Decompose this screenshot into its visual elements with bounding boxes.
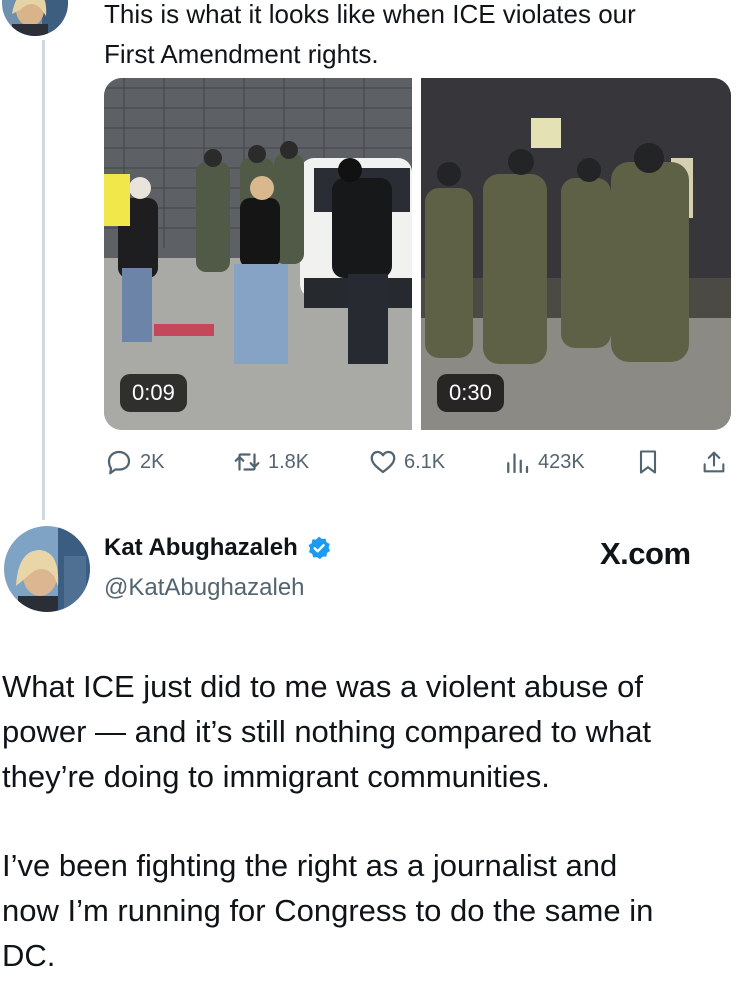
display-name-row[interactable]: Kat Abughazaleh (104, 534, 332, 562)
reply-count: 2K (140, 450, 165, 473)
user-handle[interactable]: @KatAbughazaleh (104, 574, 305, 602)
verified-badge-icon (308, 536, 330, 560)
reply-icon (107, 450, 131, 475)
video-duration: 0:09 (120, 374, 187, 412)
repost-icon (234, 453, 260, 471)
tweet-action-bar: 2K 1.8K 6.1K 423K (104, 447, 744, 483)
tweet-text-line: This is what it looks like when ICE viol… (104, 0, 636, 29)
display-name[interactable]: Kat Abughazaleh (104, 534, 298, 562)
bookmark-button[interactable] (634, 447, 662, 477)
tweet-text-line: power — and it’s still nothing compared … (2, 714, 652, 749)
analytics-icon (507, 453, 529, 474)
tweet-text-line: What ICE just did to me was a violent ab… (2, 669, 643, 704)
tweet-text-line: First Amendment rights. (104, 39, 379, 69)
tweet-text-line: they’re doing to immigrant communities. (2, 759, 550, 794)
like-count: 6.1K (404, 450, 446, 473)
like-button[interactable]: 6.1K (368, 447, 445, 477)
share-button[interactable] (700, 447, 728, 477)
view-count: 423K (538, 450, 585, 473)
bookmark-icon (639, 450, 657, 474)
thread-line (42, 40, 45, 520)
tweet-body: What ICE just did to me was a violent ab… (2, 664, 747, 978)
repost-count: 1.8K (268, 450, 310, 473)
tweet-text-line: DC. (2, 938, 56, 973)
avatar[interactable] (4, 526, 90, 612)
video-duration: 0:30 (437, 374, 504, 412)
avatar[interactable] (2, 0, 68, 36)
video-thumbnail-protest[interactable]: 0:09 (104, 78, 412, 430)
source-label: X.com (600, 536, 691, 571)
video-thumbnail-agents[interactable]: 0:30 (421, 78, 731, 430)
views-button[interactable]: 423K (502, 447, 585, 477)
tweet-text-line: now I’m running for Congress to do the s… (2, 893, 654, 928)
reply-button[interactable]: 2K (104, 447, 164, 477)
share-icon (703, 451, 725, 473)
heart-icon (370, 450, 396, 474)
tweet-text: This is what it looks like when ICE viol… (104, 0, 744, 74)
repost-button[interactable]: 1.8K (232, 447, 309, 477)
tweet-text-line: I’ve been fighting the right as a journa… (2, 848, 618, 883)
